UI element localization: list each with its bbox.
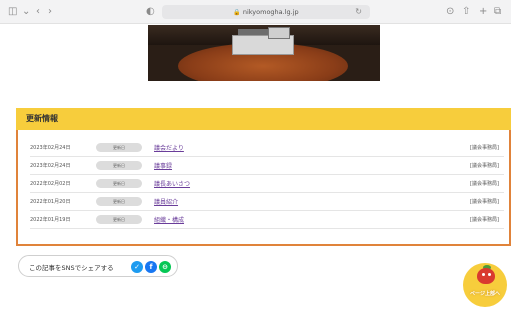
reload-icon[interactable]: ↻ [355,5,362,19]
update-date: 2023年02月24日 [30,145,71,151]
line-icon[interactable]: ⊖ [159,261,171,273]
update-link[interactable]: 議事録 [154,161,172,170]
browser-toolbar: ◫ ⌄ ‹ › ◐ 🔒 nikyomogha.lg.jp ↻ ⊙ ⇧ + ⧉ [0,0,511,24]
update-link[interactable]: 議員紹介 [154,197,178,206]
back-icon[interactable]: ‹ [36,5,40,19]
sns-share-bar: この記事をSNSでシェアする ✓ f ⊖ [18,255,178,277]
update-link[interactable]: 議会だより [154,143,184,152]
page-top-button[interactable]: ページ上部へ [463,263,507,307]
sidebar-icon[interactable]: ◫ [8,5,17,19]
update-category: [議会事務局] [470,199,499,205]
tabs-icon[interactable]: ⧉ [494,5,501,19]
update-badge: 更新日 [96,215,142,224]
twitter-icon[interactable]: ✓ [131,261,143,273]
update-date: 2022年01月19日 [30,217,71,223]
list-item: 2022年01月20日 更新日 議員紹介 [議会事務局] [30,193,504,211]
update-info-header: 更新情報 [16,108,511,130]
update-category: [議会事務局] [470,145,499,151]
page-top-label: ページ上部へ [470,291,500,297]
list-item: 2023年02月24日 更新日 議会だより [議会事務局] [30,139,504,157]
list-item: 2023年02月24日 更新日 議事録 [議会事務局] [30,157,504,175]
address-url: nikyomogha.lg.jp [242,8,299,16]
privacy-icon[interactable]: ◐ [146,5,155,19]
share-label: この記事をSNSでシェアする [29,264,114,272]
update-category: [議会事務局] [470,163,499,169]
update-link[interactable]: 組織・構成 [154,215,184,224]
list-item: 2022年01月19日 更新日 組織・構成 [議会事務局] [30,211,504,229]
forward-icon[interactable]: › [48,5,52,19]
address-bar[interactable]: 🔒 nikyomogha.lg.jp ↻ [162,5,370,19]
new-tab-icon[interactable]: + [479,5,487,19]
update-info-heading: 更新情報 [26,114,58,123]
assembly-hall-photo [148,25,380,81]
update-badge: 更新日 [96,161,142,170]
update-list: 2023年02月24日 更新日 議会だより [議会事務局] 2023年02月24… [16,130,511,246]
update-date: 2022年02月02日 [30,181,71,187]
apple-mascot-icon [477,268,495,284]
update-badge: 更新日 [96,197,142,206]
facebook-icon[interactable]: f [145,261,157,273]
lock-icon: 🔒 [233,9,241,16]
share-icon[interactable]: ⇧ [462,5,470,19]
update-date: 2023年02月24日 [30,163,71,169]
update-badge: 更新日 [96,143,142,152]
list-item: 2022年02月02日 更新日 議長あいさつ [議会事務局] [30,175,504,193]
update-date: 2022年01月20日 [30,199,71,205]
update-badge: 更新日 [96,179,142,188]
update-category: [議会事務局] [470,181,499,187]
update-category: [議会事務局] [470,217,499,223]
update-link[interactable]: 議長あいさつ [154,179,190,188]
chevron-down-icon[interactable]: ⌄ [22,5,30,19]
download-icon[interactable]: ⊙ [446,5,454,19]
